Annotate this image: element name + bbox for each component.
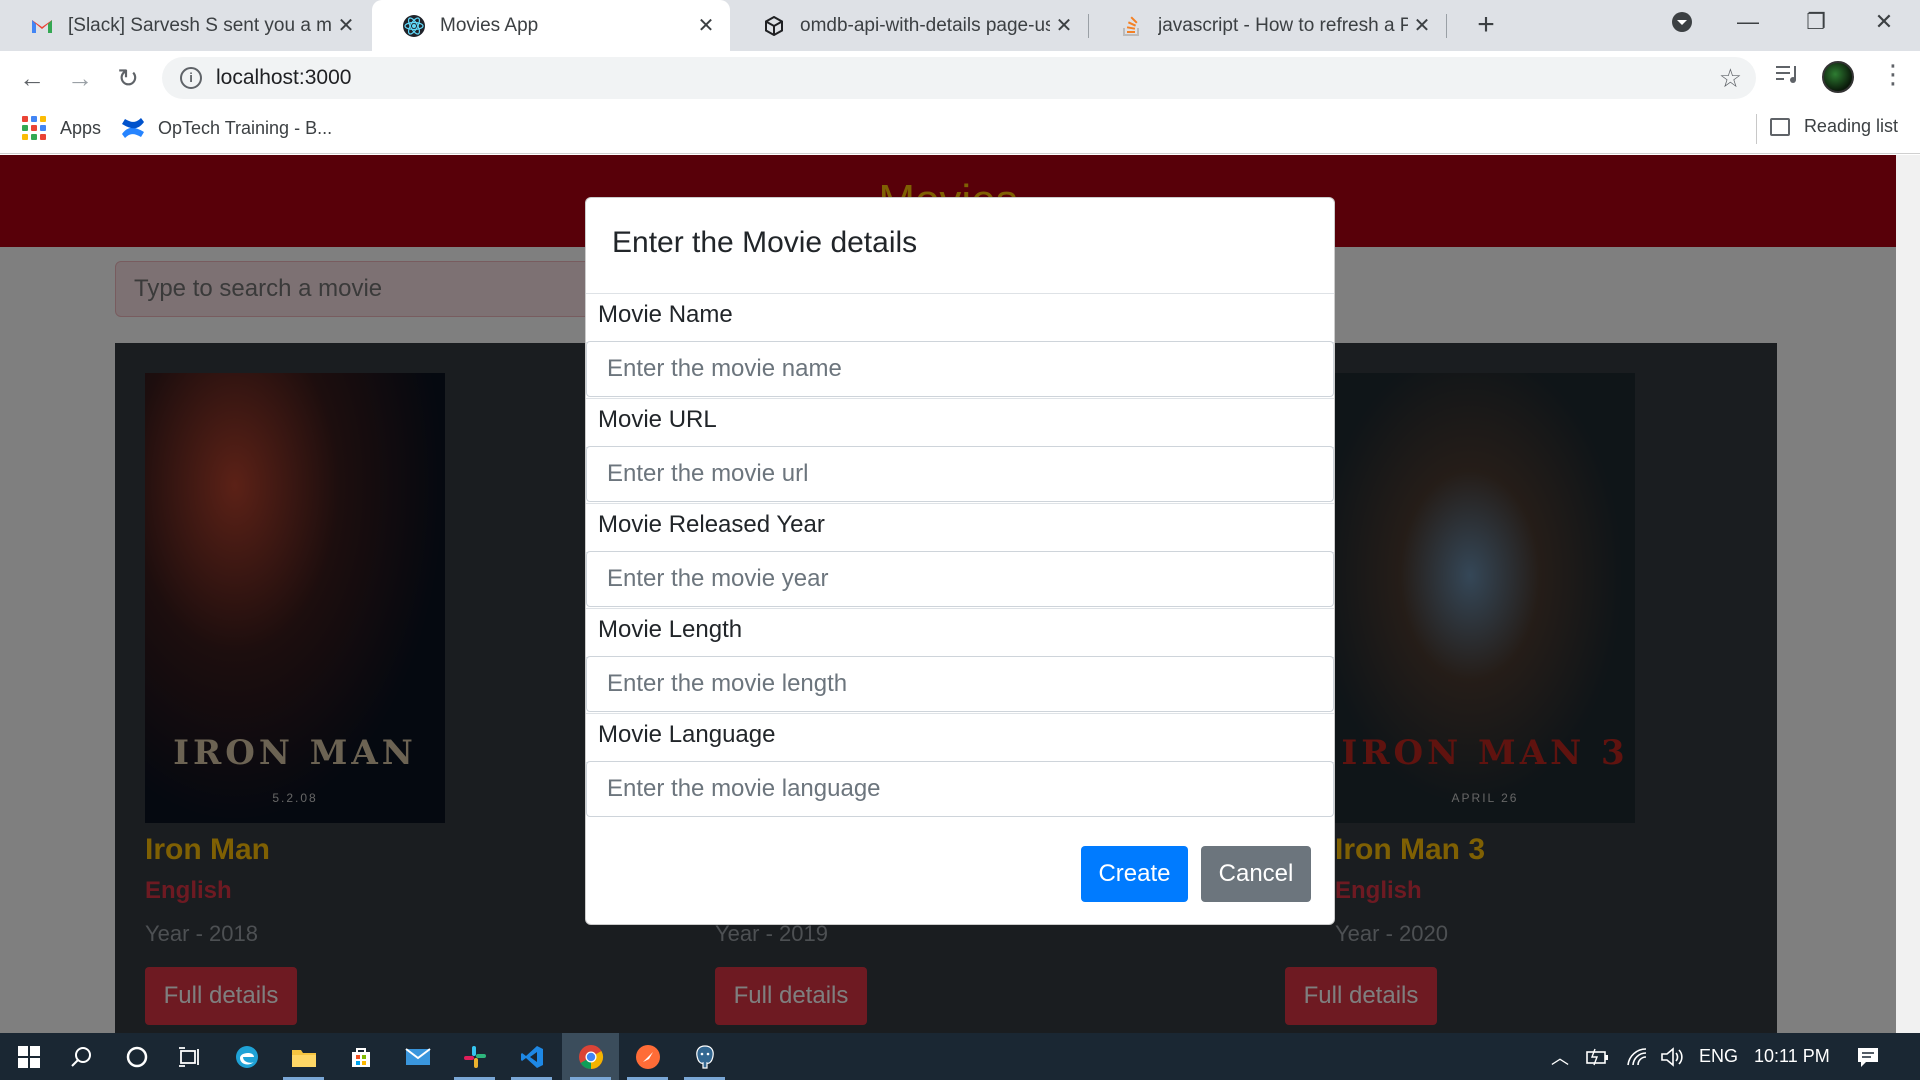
chrome-icon[interactable] — [562, 1033, 619, 1080]
tab-search-icon[interactable] — [1652, 0, 1712, 44]
clock[interactable]: 10:11 PM — [1754, 1033, 1830, 1080]
cancel-button[interactable]: Cancel — [1201, 846, 1311, 902]
notification-center-icon[interactable] — [1856, 1033, 1880, 1080]
postgres-icon[interactable] — [676, 1033, 733, 1080]
restore-icon[interactable]: ❐ — [1786, 0, 1846, 44]
address-bar[interactable]: i localhost:3000 ☆ — [162, 57, 1756, 99]
edge-icon[interactable] — [218, 1033, 275, 1080]
create-button[interactable]: Create — [1081, 846, 1188, 902]
search-icon[interactable] — [52, 1033, 109, 1080]
react-icon — [402, 14, 426, 38]
wifi-icon[interactable] — [1626, 1033, 1650, 1080]
tab-separator — [1446, 14, 1447, 38]
codesandbox-icon — [762, 14, 786, 38]
battery-power-icon[interactable] — [1586, 1033, 1612, 1080]
bookmarks-bar: Apps OpTech Training - B... Reading list — [0, 104, 1920, 154]
movie-language-input[interactable] — [586, 761, 1334, 817]
close-tab-icon[interactable]: ✕ — [692, 13, 720, 38]
profile-avatar[interactable] — [1822, 61, 1854, 93]
mail-icon[interactable] — [389, 1033, 446, 1080]
store-icon[interactable] — [332, 1033, 389, 1080]
movie-year-label: Movie Released Year — [586, 503, 1334, 553]
media-control-icon[interactable] — [1776, 63, 1800, 91]
close-tab-icon[interactable]: ✕ — [1050, 13, 1078, 38]
slack-icon[interactable] — [446, 1033, 503, 1080]
movie-url-input[interactable] — [586, 446, 1334, 502]
movie-language-label: Movie Language — [586, 713, 1334, 763]
movie-name-input[interactable] — [586, 341, 1334, 397]
task-view-icon[interactable] — [160, 1033, 217, 1080]
postman-icon[interactable] — [619, 1033, 676, 1080]
cortana-icon[interactable] — [108, 1033, 165, 1080]
menu-kebab-icon[interactable]: ⋮ — [1880, 59, 1906, 90]
add-movie-modal: Enter the Movie details Movie Name Movie… — [585, 197, 1335, 925]
movie-length-input[interactable] — [586, 656, 1334, 712]
stackoverflow-icon — [1120, 14, 1144, 38]
tab-codesandbox[interactable]: omdb-api-with-details page-usin ✕ — [732, 0, 1088, 51]
url-text: localhost:3000 — [216, 66, 352, 89]
movie-url-label: Movie URL — [586, 398, 1334, 448]
tab-stackoverflow[interactable]: javascript - How to refresh a Pag ✕ — [1090, 0, 1446, 51]
reading-list-button[interactable]: Reading list — [1769, 116, 1898, 137]
file-explorer-icon[interactable] — [275, 1033, 332, 1080]
tab-slack[interactable]: [Slack] Sarvesh S sent you a mess ✕ — [0, 0, 370, 51]
volume-icon[interactable] — [1660, 1033, 1686, 1080]
close-window-icon[interactable]: ✕ — [1854, 0, 1914, 44]
new-tab-button[interactable]: + — [1466, 6, 1506, 46]
vscode-icon[interactable] — [503, 1033, 560, 1080]
browser-toolbar: ← → ↻ i localhost:3000 ☆ ⋮ — [0, 51, 1920, 104]
back-icon[interactable]: ← — [14, 60, 50, 96]
bookmarks-separator — [1756, 114, 1757, 144]
reload-icon[interactable]: ↻ — [110, 60, 146, 96]
movie-year-input[interactable] — [586, 551, 1334, 607]
page-scrollbar[interactable] — [1896, 155, 1920, 1033]
gmail-icon — [30, 14, 54, 38]
close-tab-icon[interactable]: ✕ — [1408, 13, 1436, 38]
minimize-icon[interactable]: — — [1718, 0, 1778, 44]
close-tab-icon[interactable]: ✕ — [332, 13, 360, 38]
tab-separator — [1088, 14, 1089, 38]
language-indicator[interactable]: ENG — [1699, 1033, 1738, 1080]
bookmark-star-icon[interactable]: ☆ — [1719, 63, 1742, 94]
bookmark-apps[interactable]: Apps — [22, 116, 101, 140]
confluence-icon — [120, 116, 146, 140]
modal-title: Enter the Movie details — [612, 226, 918, 259]
tab-movies-app[interactable]: Movies App ✕ — [372, 0, 730, 51]
windows-taskbar: ︿ ENG 10:11 PM — [0, 1033, 1920, 1080]
forward-icon[interactable]: → — [62, 60, 98, 96]
page-viewport: Movies IRON MAN 5.2.08 Iron Man English … — [0, 155, 1920, 1033]
apps-grid-icon — [22, 116, 46, 140]
movie-length-label: Movie Length — [586, 608, 1334, 658]
site-info-icon[interactable]: i — [180, 67, 202, 89]
tray-overflow-icon[interactable]: ︿ — [1551, 1033, 1569, 1080]
reading-list-icon — [1769, 117, 1790, 136]
movie-name-label: Movie Name — [586, 293, 1334, 343]
windows-start-icon[interactable] — [0, 1033, 57, 1080]
tab-strip: [Slack] Sarvesh S sent you a mess ✕ Movi… — [0, 0, 1920, 51]
bookmark-optech[interactable]: OpTech Training - B... — [120, 116, 332, 140]
